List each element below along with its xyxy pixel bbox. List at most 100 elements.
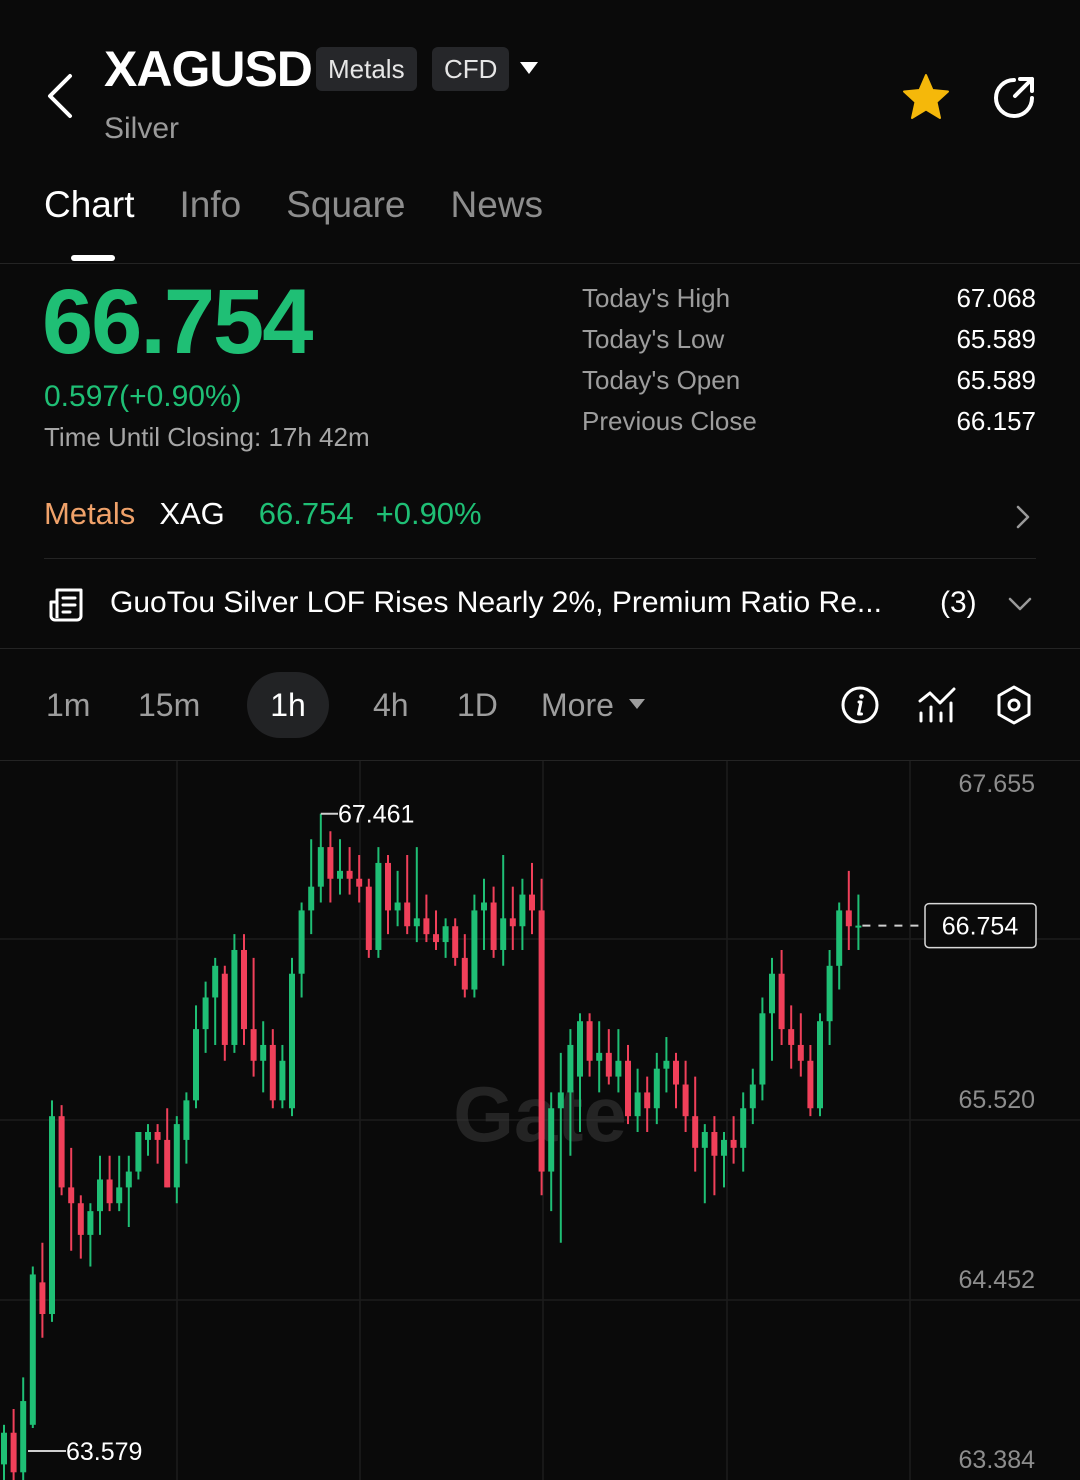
- candle-body: [193, 1029, 199, 1101]
- stat-label: Today's Open: [582, 365, 741, 395]
- candle-body: [807, 1060, 814, 1109]
- stat-value: 66.157: [956, 406, 1036, 436]
- back-arrow-icon[interactable]: [40, 70, 84, 122]
- candle-body: [692, 1116, 699, 1148]
- related-price: 66.754: [258, 496, 354, 531]
- candle-body: [836, 910, 843, 966]
- candle-body: [509, 918, 516, 927]
- candle-body: [413, 918, 420, 927]
- interval-more[interactable]: More: [541, 672, 614, 738]
- candle-body: [260, 1044, 267, 1061]
- candle-body: [567, 1044, 574, 1093]
- high-marker-label: 67.461: [338, 801, 414, 829]
- candle-body: [289, 973, 295, 1109]
- candle-body: [730, 1139, 737, 1148]
- tag-metals: Metals: [316, 47, 417, 91]
- candle-body: [39, 1282, 46, 1315]
- candle-body: [356, 878, 363, 887]
- tab-chart[interactable]: Chart: [44, 184, 134, 226]
- candle-body: [433, 934, 439, 943]
- time-until-closing: Time Until Closing: 17h 42m: [44, 422, 370, 453]
- indicator-icon[interactable]: [916, 685, 958, 725]
- interval-1m[interactable]: 1m: [46, 672, 90, 738]
- stat-label: Today's Low: [582, 324, 725, 354]
- candle-body: [740, 1108, 747, 1148]
- y-tick-label: 67.655: [959, 770, 1035, 798]
- candle-body: [442, 926, 449, 943]
- candle-body: [721, 1139, 727, 1156]
- candle-body: [749, 1084, 756, 1109]
- active-tab-indicator: [71, 255, 115, 261]
- share-icon[interactable]: [988, 72, 1040, 124]
- candle-body: [317, 847, 324, 887]
- candle-body: [701, 1132, 708, 1148]
- tab-square[interactable]: Square: [286, 184, 405, 226]
- interval-1d[interactable]: 1D: [457, 672, 498, 738]
- interval-4h[interactable]: 4h: [373, 672, 409, 738]
- y-axis-labels: 67.655 65.520 64.452 63.384: [959, 770, 1036, 1474]
- interval-15m[interactable]: 15m: [138, 672, 200, 738]
- candle-body: [164, 1139, 171, 1188]
- candle-body: [10, 1432, 17, 1473]
- candle-body: [663, 1060, 670, 1069]
- candle-body: [404, 902, 411, 927]
- candle-body: [615, 1060, 622, 1077]
- tab-info[interactable]: Info: [179, 184, 241, 226]
- settings-icon[interactable]: [996, 684, 1032, 726]
- candle-body: [548, 1108, 555, 1172]
- tab-bar: Chart Info Square News: [44, 184, 588, 226]
- candle-body: [711, 1132, 718, 1156]
- candle-body: [20, 1401, 27, 1473]
- candle-series: [1, 813, 862, 1480]
- candle-body: [68, 1187, 75, 1204]
- chevron-down-icon[interactable]: [1006, 594, 1034, 614]
- related-category: Metals: [44, 496, 136, 531]
- candle-body: [29, 1274, 36, 1425]
- candle-body: [519, 894, 526, 927]
- price-change: 0.597(+0.90%): [44, 380, 242, 413]
- news-count: (3): [940, 586, 977, 619]
- candle-body: [538, 910, 545, 1172]
- candle-body: [154, 1132, 161, 1140]
- candle-body: [337, 870, 343, 879]
- y-tick-label: 64.452: [959, 1266, 1035, 1294]
- candle-body: [58, 1116, 65, 1188]
- caret-down-icon[interactable]: [518, 60, 540, 76]
- daily-stats: Today's High 67.068 Today's Low 65.589 T…: [582, 283, 1036, 447]
- candle-body: [250, 1029, 257, 1061]
- tab-news[interactable]: News: [451, 184, 544, 226]
- candle-body: [125, 1171, 132, 1188]
- news-headline[interactable]: GuoTou Silver LOF Rises Nearly 2%, Premi…: [110, 586, 882, 620]
- related-instrument-row[interactable]: Metals XAG 66.754 +0.90%: [44, 496, 482, 532]
- candle-body: [87, 1211, 94, 1235]
- candle-body: [759, 1013, 766, 1085]
- candle-body: [817, 1021, 823, 1109]
- candle-body: [375, 862, 382, 950]
- candle-body: [135, 1132, 142, 1172]
- related-ticker: XAG: [159, 496, 225, 531]
- candlestick-chart[interactable]: Gate 67.655 65.520 64.452 63.384 66.754 …: [0, 761, 1080, 1480]
- candle-body: [49, 1116, 55, 1315]
- candle-body: [452, 926, 459, 958]
- chevron-right-icon[interactable]: [1012, 503, 1034, 531]
- stat-row-low: Today's Low 65.589: [582, 324, 1036, 365]
- candle-body: [346, 870, 353, 879]
- info-icon[interactable]: [840, 685, 880, 725]
- candle-body: [682, 1084, 689, 1117]
- candle-body: [97, 1179, 103, 1212]
- stat-value: 65.589: [956, 365, 1036, 395]
- candle-body: [778, 973, 785, 1030]
- symbol-title: XAGUSD: [104, 41, 313, 97]
- candle-body: [106, 1179, 113, 1204]
- candle-body: [298, 910, 305, 974]
- candle-body: [202, 997, 209, 1030]
- candle-body: [145, 1132, 151, 1140]
- last-price: 66.754: [42, 271, 313, 373]
- star-icon[interactable]: [900, 72, 952, 122]
- divider: [44, 558, 1036, 559]
- stat-row-high: Today's High 67.068: [582, 283, 1036, 324]
- caret-down-icon[interactable]: [628, 698, 646, 710]
- candle-body: [653, 1068, 660, 1109]
- interval-1h[interactable]: 1h: [247, 672, 329, 738]
- candle-body: [644, 1092, 651, 1109]
